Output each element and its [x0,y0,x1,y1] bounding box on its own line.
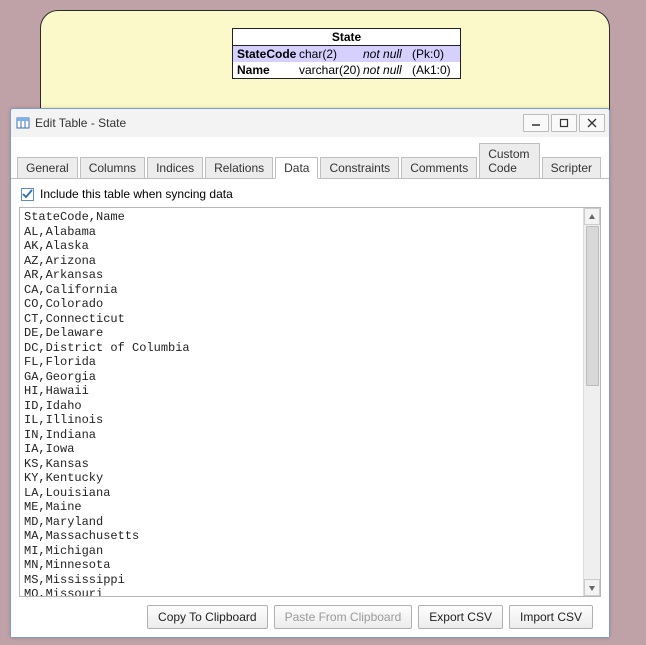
table-icon [15,115,31,131]
export-csv-button[interactable]: Export CSV [418,605,503,629]
erd-title: State [233,29,460,46]
tab-columns[interactable]: Columns [80,157,145,178]
data-area: StateCode,Name AL,Alabama AK,Alaska AZ,A… [19,207,601,597]
include-sync-row: Include this table when syncing data [19,185,601,207]
scroll-down-button[interactable] [584,579,600,596]
tab-body: Include this table when syncing data Sta… [11,179,609,637]
minimize-button[interactable] [523,114,549,132]
erd-col-name: Name [237,63,295,77]
include-sync-checkbox[interactable] [21,188,34,201]
tab-general[interactable]: General [17,157,78,178]
window-title: Edit Table - State [35,116,523,130]
scroll-up-button[interactable] [584,208,600,225]
erd-col-null: not null [363,47,408,61]
data-textarea[interactable]: StateCode,Name AL,Alabama AK,Alaska AZ,A… [20,208,583,596]
tabstrip: General Columns Indices Relations Data C… [11,137,609,179]
titlebar[interactable]: Edit Table - State [11,109,609,137]
erd-column-row[interactable]: Name varchar(20) not null (Ak1:0) [233,62,460,78]
erd-col-null: not null [363,63,408,77]
edit-table-window: Edit Table - State General Columns Indic… [10,108,610,638]
paste-from-clipboard-button[interactable]: Paste From Clipboard [274,605,413,629]
import-csv-button[interactable]: Import CSV [509,605,593,629]
erd-col-key: (Pk:0) [412,47,456,61]
erd-table[interactable]: State StateCode char(2) not null (Pk:0) … [232,28,461,79]
maximize-button[interactable] [551,114,577,132]
erd-col-key: (Ak1:0) [412,63,456,77]
tab-data[interactable]: Data [275,157,318,179]
include-sync-label: Include this table when syncing data [40,187,233,201]
erd-col-name: StateCode [237,47,295,61]
tab-indices[interactable]: Indices [147,157,203,178]
tab-scripter[interactable]: Scripter [542,157,601,178]
erd-column-row[interactable]: StateCode char(2) not null (Pk:0) [233,46,460,62]
scrollbar[interactable] [583,208,600,596]
tab-constraints[interactable]: Constraints [320,157,399,178]
tab-relations[interactable]: Relations [205,157,273,178]
erd-col-type: char(2) [299,47,359,61]
tab-custom-code[interactable]: Custom Code [479,143,539,178]
erd-col-type: varchar(20) [299,63,359,77]
button-bar: Copy To Clipboard Paste From Clipboard E… [19,597,601,637]
copy-to-clipboard-button[interactable]: Copy To Clipboard [147,605,268,629]
tab-comments[interactable]: Comments [401,157,477,178]
close-button[interactable] [579,114,605,132]
scroll-thumb[interactable] [586,226,599,386]
